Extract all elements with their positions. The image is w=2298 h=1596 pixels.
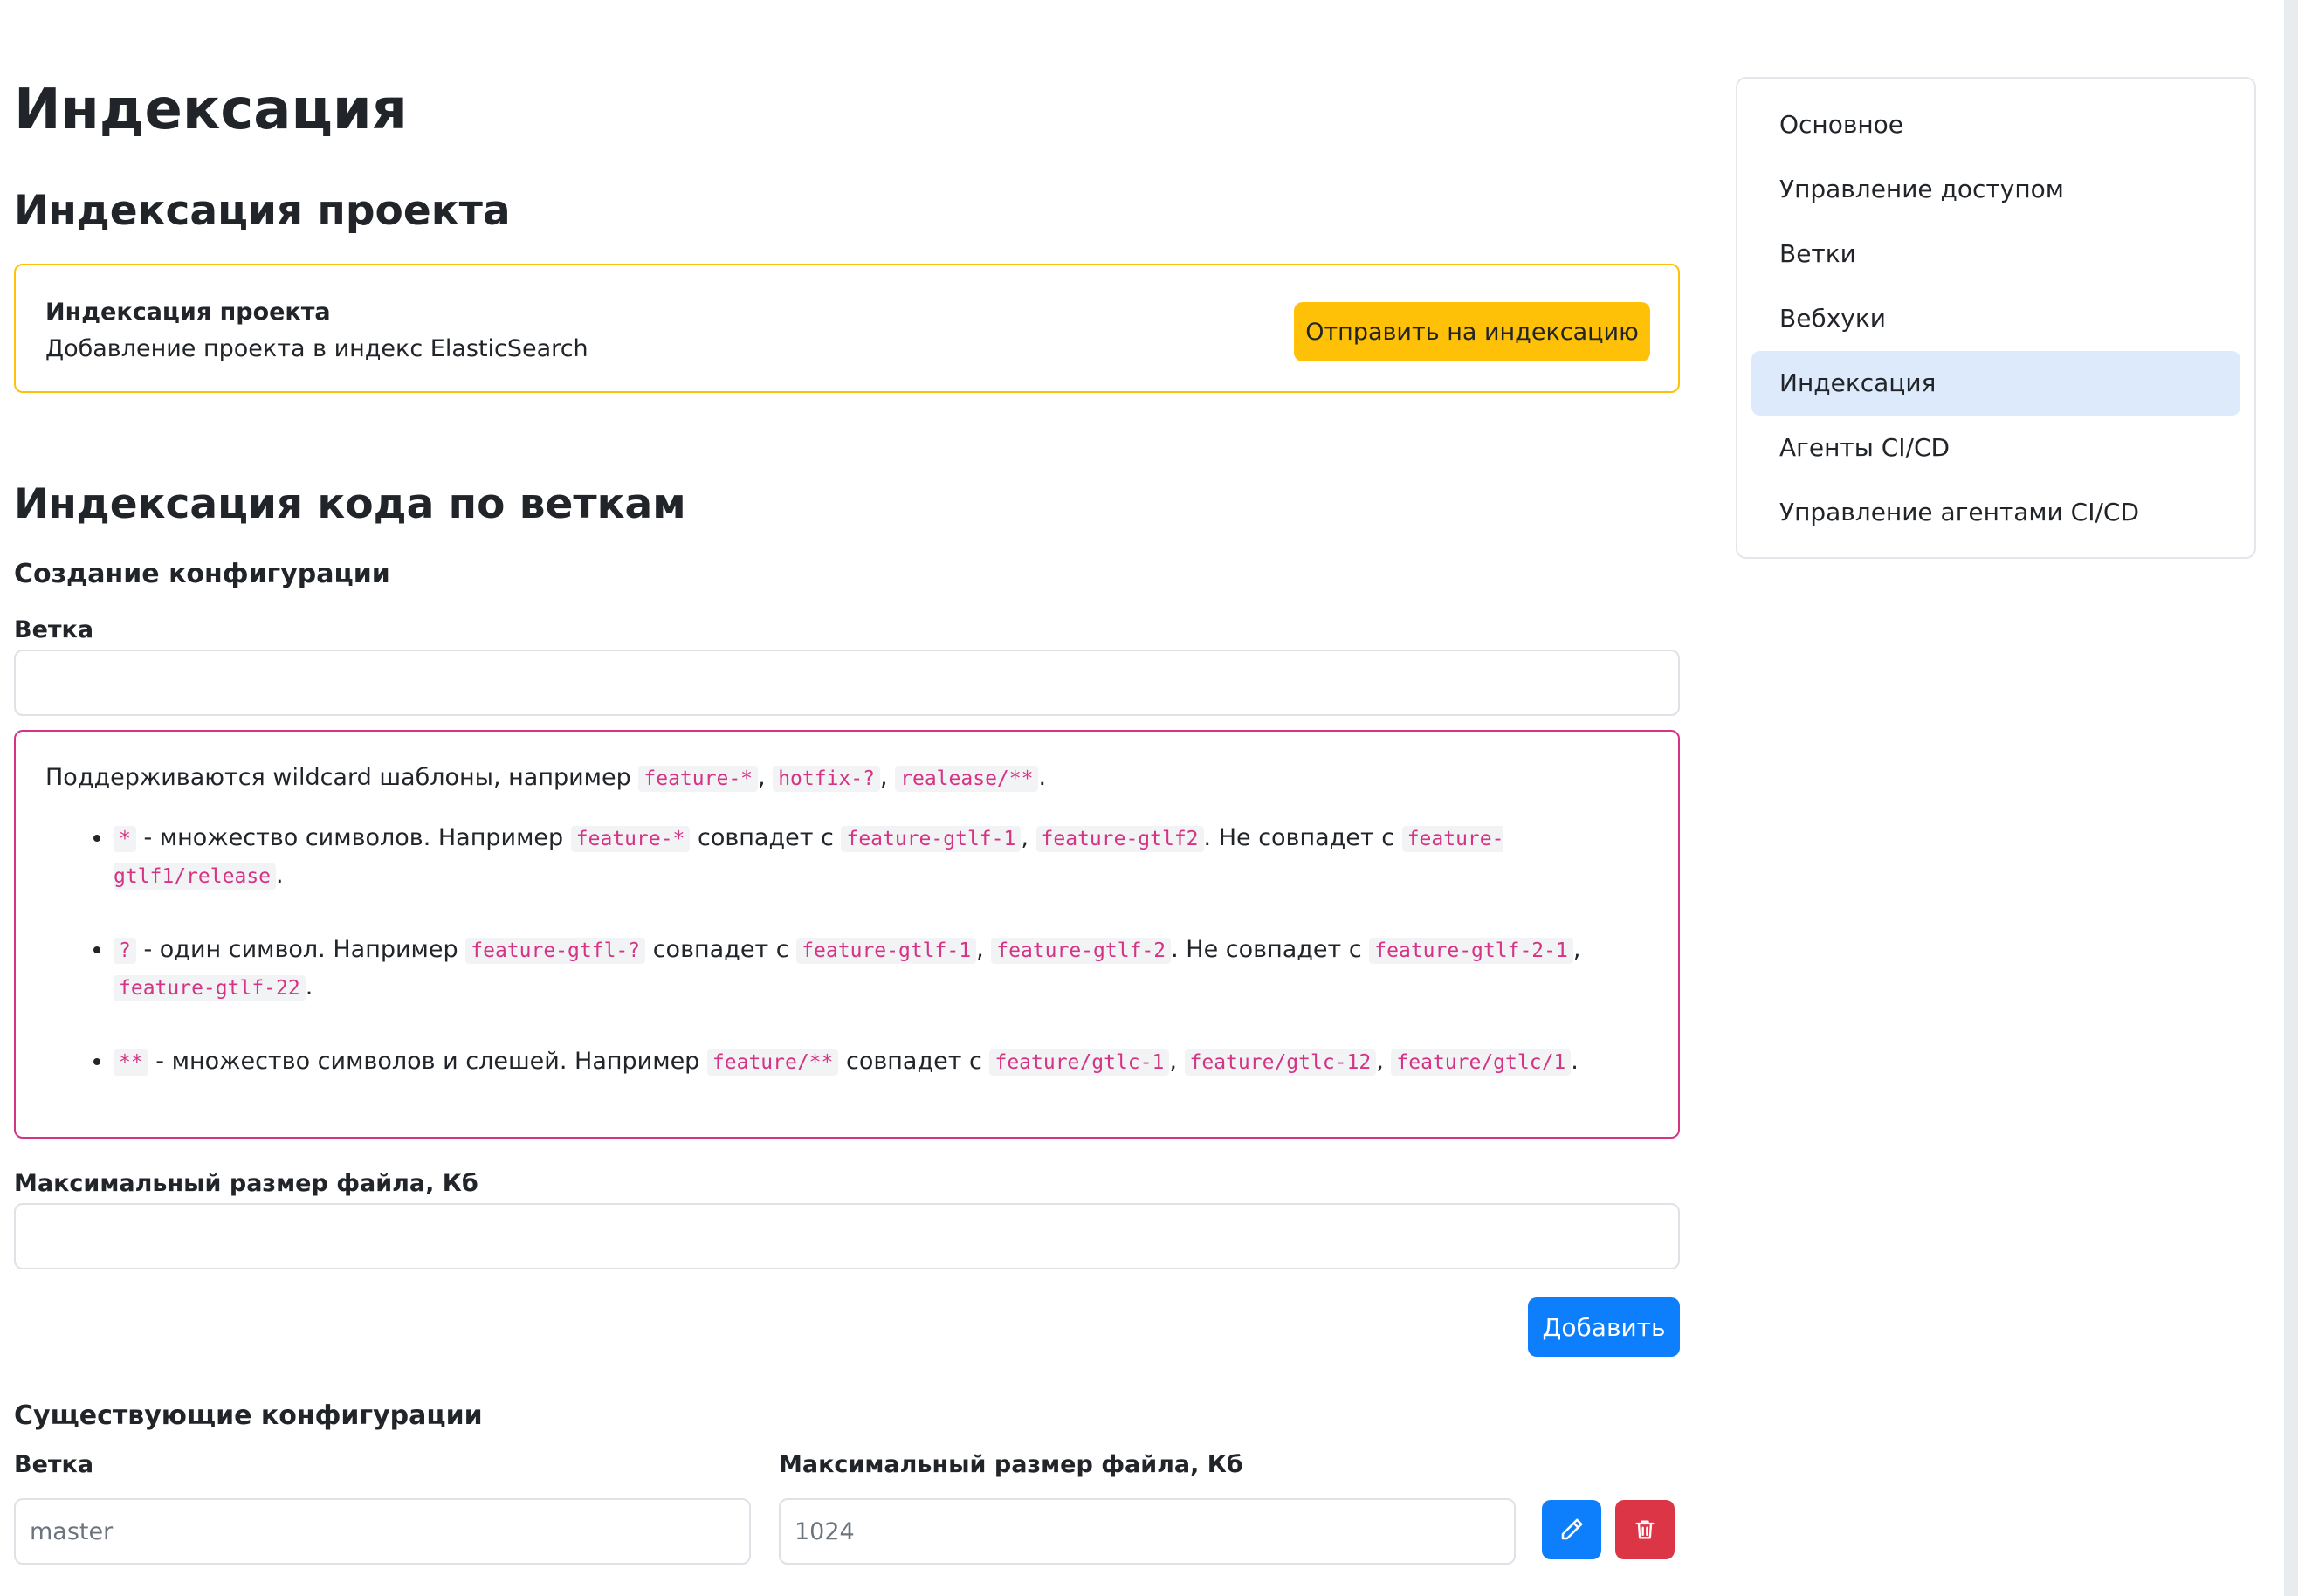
delete-config-button[interactable] (1615, 1500, 1675, 1559)
existing-branch-input[interactable] (14, 1498, 751, 1565)
wildcard-help-box: Поддерживаются wildcard шаблоны, наприме… (14, 730, 1680, 1139)
sidebar-item-branches[interactable]: Ветки (1751, 222, 2240, 286)
sidebar-item-access-control[interactable]: Управление доступом (1751, 157, 2240, 222)
branch-input[interactable] (14, 650, 1680, 716)
existing-max-size-label: Максимальный размер файла, Кб (779, 1451, 1243, 1478)
max-size-label: Максимальный размер файла, Кб (14, 1170, 478, 1197)
list-item: ** - множество символов и слешей. Наприм… (114, 1043, 1648, 1081)
add-config-button[interactable]: Добавить (1528, 1297, 1680, 1357)
project-indexing-heading: Индексация проекта (14, 187, 511, 235)
list-item: * - множество символов. Например feature… (114, 820, 1648, 895)
existing-max-size-input[interactable] (779, 1498, 1516, 1565)
edit-config-button[interactable] (1542, 1500, 1601, 1559)
settings-sidebar: Основное Управление доступом Ветки Вебху… (1736, 77, 2256, 559)
sidebar-item-webhooks[interactable]: Вебхуки (1751, 286, 2240, 351)
sidebar-item-ci-cd-agent-management[interactable]: Управление агентами CI/CD (1751, 480, 2240, 545)
pencil-icon (1561, 1518, 1583, 1540)
project-indexing-card-description: Добавление проекта в индекс ElasticSearc… (45, 335, 588, 362)
wildcard-help-intro: Поддерживаются wildcard шаблоны, наприме… (45, 764, 1047, 792)
send-to-indexing-button[interactable]: Отправить на индексацию (1294, 302, 1650, 361)
sidebar-item-ci-cd-agents[interactable]: Агенты CI/CD (1751, 416, 2240, 480)
sidebar-item-general[interactable]: Основное (1751, 93, 2240, 157)
existing-branch-label: Ветка (14, 1451, 94, 1478)
list-item: ? - один символ. Например feature-gtfl-?… (114, 932, 1648, 1007)
wildcard-help-list: * - множество символов. Например feature… (45, 820, 1648, 1081)
existing-configs-heading: Существующие конфигурации (14, 1400, 483, 1431)
max-size-input[interactable] (14, 1203, 1680, 1269)
branch-indexing-heading: Индексация кода по веткам (14, 480, 686, 528)
trash-icon (1635, 1520, 1655, 1539)
branch-label: Ветка (14, 616, 94, 643)
sidebar-item-indexing[interactable]: Индексация (1751, 351, 2240, 416)
page-title: Индексация (14, 78, 408, 142)
project-indexing-card: Индексация проекта Добавление проекта в … (14, 264, 1680, 393)
create-config-heading: Создание конфигурации (14, 559, 390, 589)
scrollbar[interactable] (2284, 0, 2298, 1596)
project-indexing-card-title: Индексация проекта (45, 299, 331, 326)
